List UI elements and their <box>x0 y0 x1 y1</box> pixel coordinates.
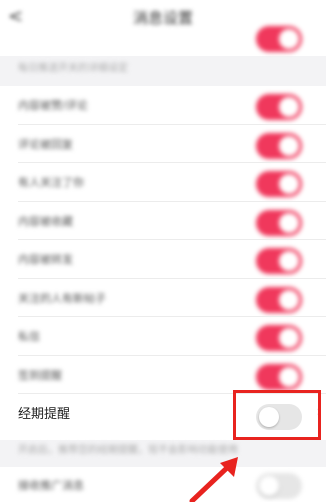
highlight-box <box>233 390 321 440</box>
settings-row[interactable]: 内容被收藏 <box>0 202 326 240</box>
top-toggle[interactable] <box>256 26 302 52</box>
toggle-switch[interactable] <box>256 473 302 499</box>
toggle-switch[interactable] <box>256 171 302 197</box>
settings-row[interactable]: 关注的人有新帖子 <box>0 279 326 317</box>
row-label: 关注的人有新帖子 <box>18 291 106 305</box>
row-label: 内容被赞/评论 <box>18 99 88 112</box>
toggle-knob <box>279 97 299 117</box>
toggle-knob <box>279 366 299 387</box>
toggle-switch[interactable] <box>256 286 302 313</box>
section-label: 每日推送开关的详细设定 <box>18 63 128 74</box>
pointer-arrow <box>189 457 238 502</box>
row-label: 内容被收藏 <box>18 214 73 228</box>
row-label: 签到提醒 <box>18 368 62 382</box>
row-label: 私信 <box>18 330 40 343</box>
toggle-knob <box>279 174 299 194</box>
settings-list: 内容被赞/评论 评论被回复 有人关注了你 内容被收藏 内容被转发 关注的人有新帖… <box>0 86 326 440</box>
row-label: 评论被回复 <box>18 137 73 151</box>
toggle-knob <box>279 328 299 348</box>
toggle-switch[interactable] <box>256 248 302 274</box>
settings-row[interactable]: 私信 <box>0 317 326 356</box>
toggle-switch[interactable] <box>256 325 302 351</box>
settings-row[interactable]: 签到提醒 <box>0 356 326 394</box>
row-label: 内容被转发 <box>18 253 73 266</box>
row-label: 接收推广消息 <box>18 479 84 492</box>
toggle-knob <box>259 476 279 496</box>
settings-row[interactable]: 有人关注了你 <box>0 163 326 202</box>
toggle-knob <box>279 289 299 310</box>
toggle-knob <box>279 135 299 156</box>
settings-row[interactable]: 内容被转发 <box>0 240 326 279</box>
page-title: 消息设置 <box>132 9 193 27</box>
settings-row[interactable]: 评论被回复 <box>0 125 326 163</box>
toggle-switch[interactable] <box>256 132 302 159</box>
toggle-knob <box>279 251 299 271</box>
settings-row[interactable]: 内容被赞/评论 <box>0 86 326 125</box>
toggle-knob <box>279 29 299 49</box>
top-setting-row[interactable] <box>0 26 326 56</box>
toggle-switch[interactable] <box>256 363 302 390</box>
settings-row[interactable]: 接收推广消息 <box>0 467 326 502</box>
row-label: 有人关注了你 <box>18 176 84 189</box>
period-reminder-label: 经期提醒 <box>18 407 71 422</box>
toggle-switch[interactable] <box>256 209 302 236</box>
toggle-knob <box>279 212 299 233</box>
hint-text: 开启后，推荐您的经期提醒，现不会影响功能使用 <box>18 445 238 456</box>
toggle-switch[interactable] <box>256 94 302 120</box>
